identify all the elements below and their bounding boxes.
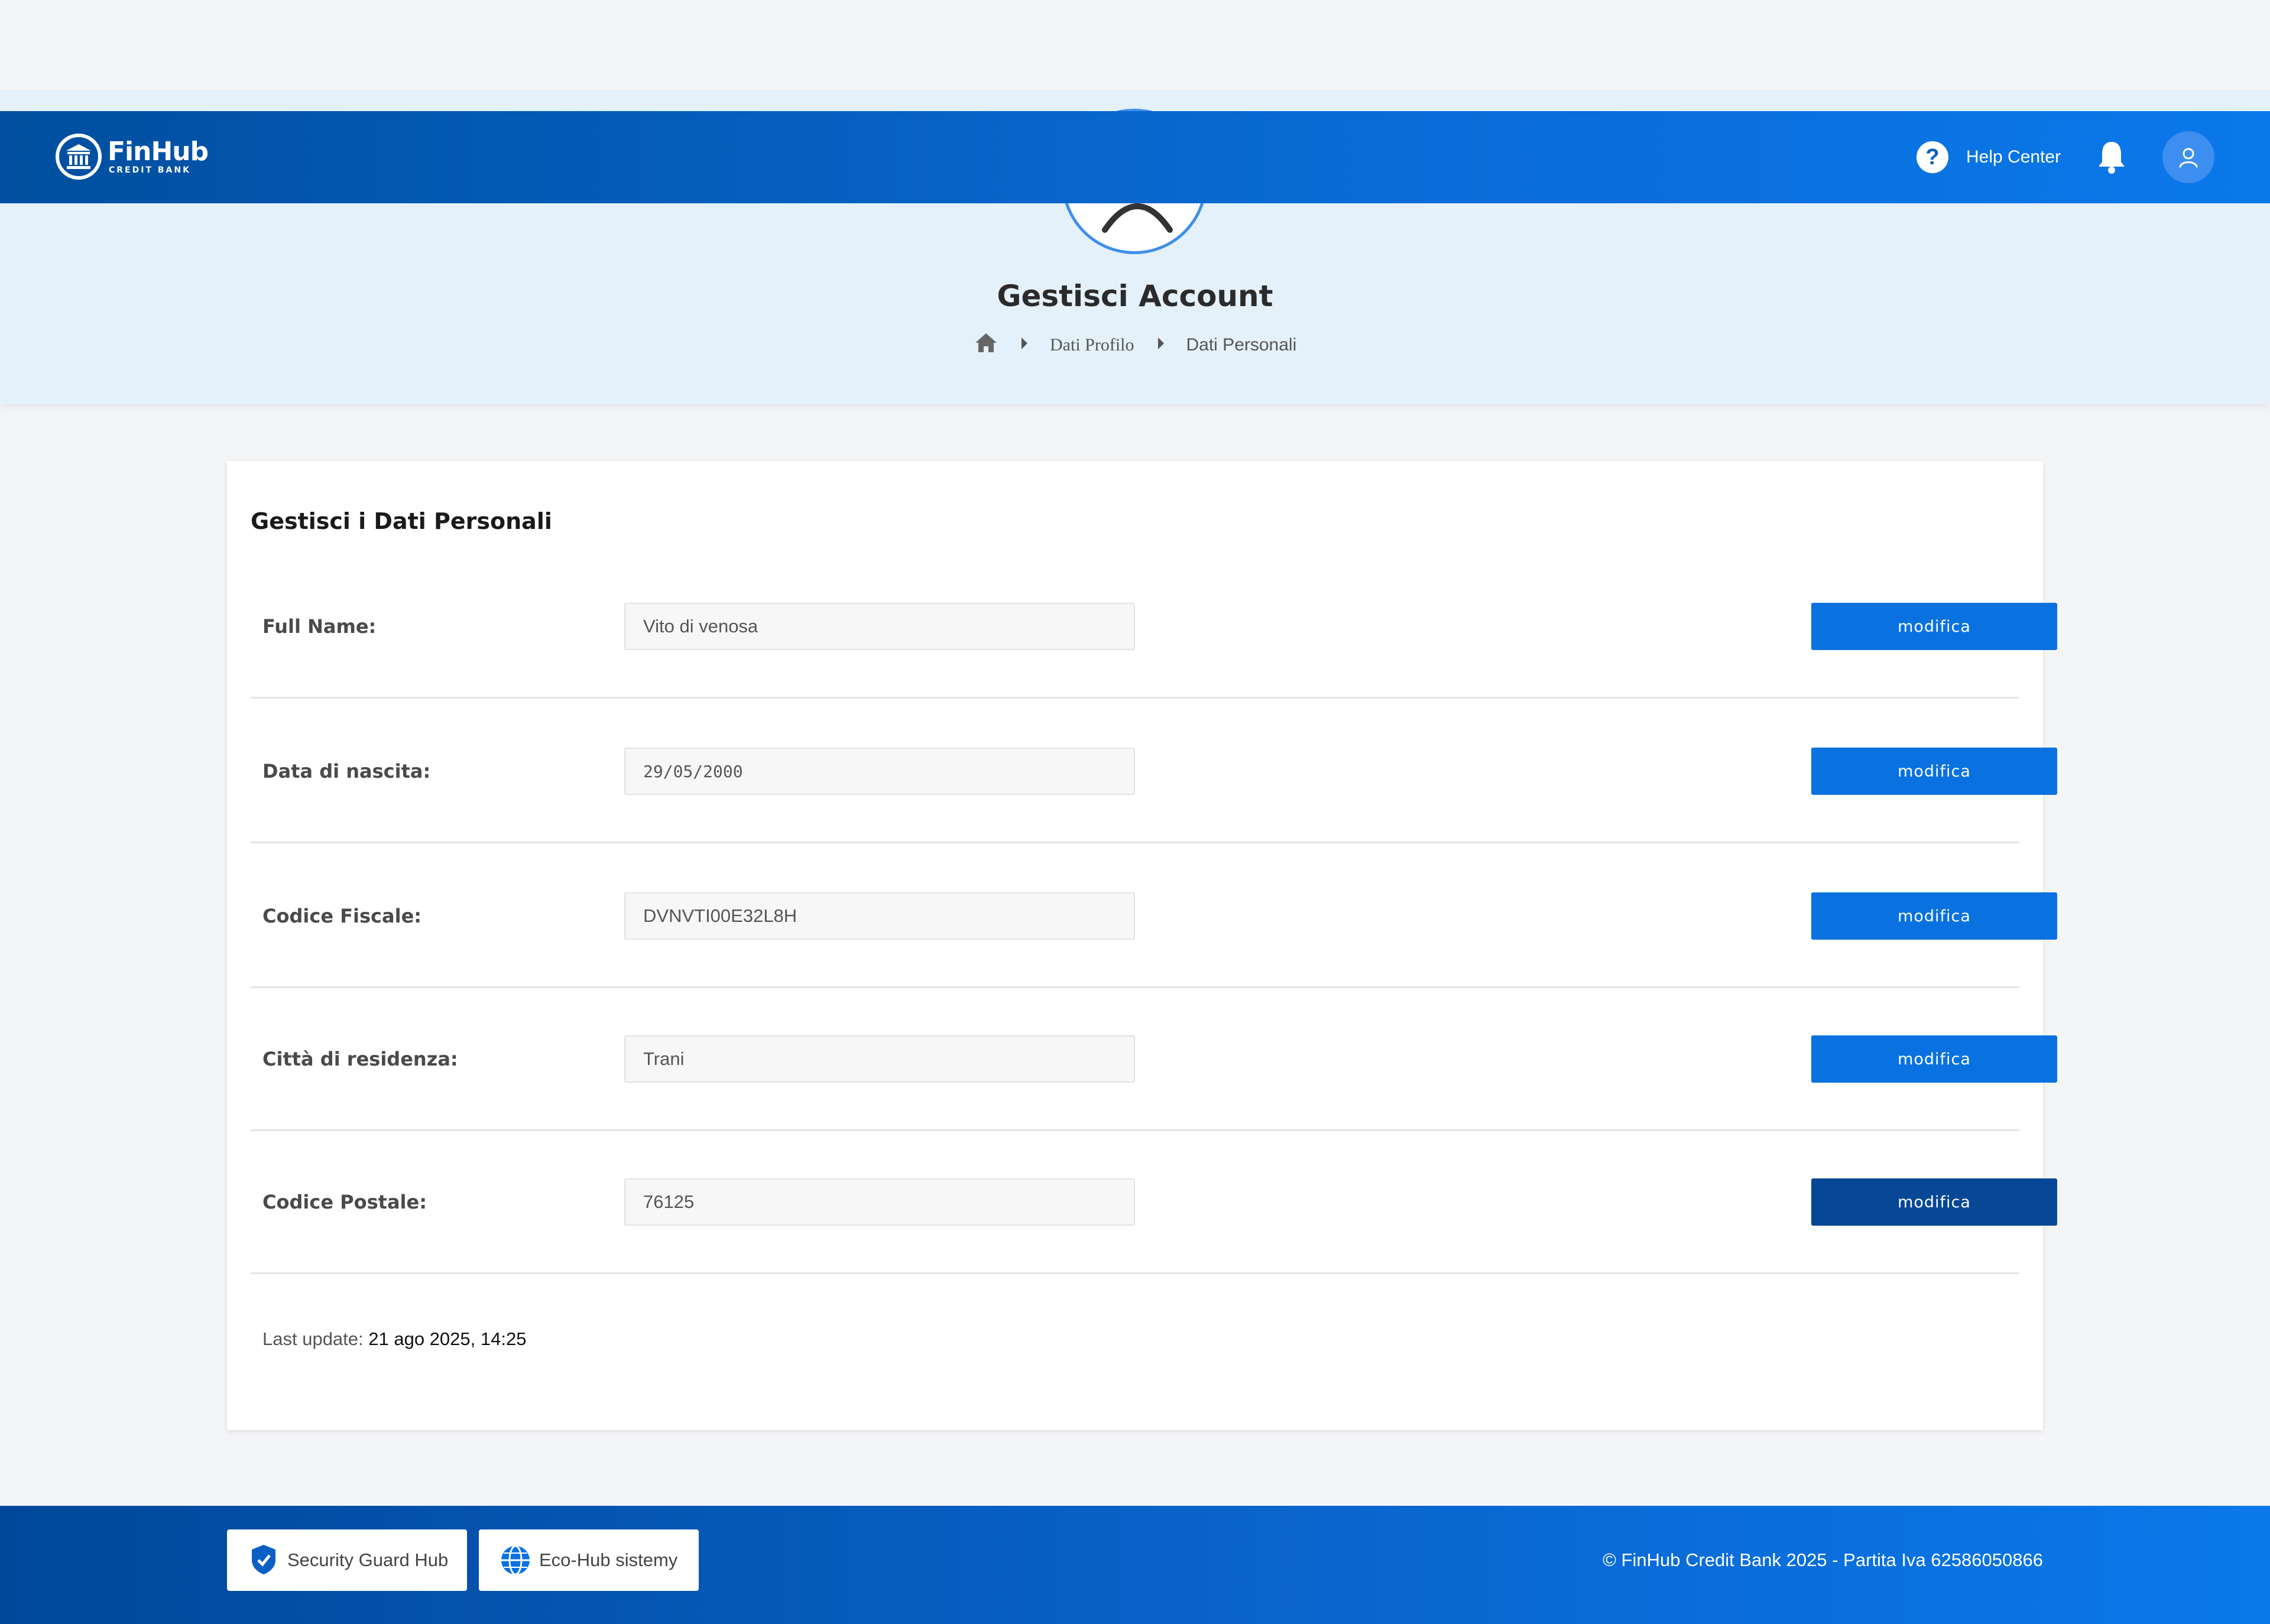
- logo-title: FinHub: [108, 137, 209, 167]
- help-center-label: Help Center: [1966, 147, 2061, 167]
- last-update-label: Last update:: [262, 1329, 364, 1349]
- edit-birth-date-button[interactable]: modifica: [1811, 748, 2057, 795]
- chevron-right-icon: [1157, 335, 1165, 355]
- edit-fiscal-code-button[interactable]: modifica: [1811, 892, 2057, 940]
- card-title: Gestisci i Dati Personali: [251, 508, 552, 534]
- chevron-right-icon: [1020, 335, 1029, 355]
- footer: Security Guard Hub Eco-Hub sistemy © Fin…: [0, 1506, 2270, 1624]
- city-label: Città di residenza:: [262, 1047, 458, 1070]
- eco-hub-label: Eco-Hub sistemy: [539, 1550, 678, 1570]
- user-icon: [2179, 148, 2198, 168]
- city-field[interactable]: Trani: [624, 1035, 1135, 1083]
- security-guard-hub-badge[interactable]: Security Guard Hub: [227, 1529, 467, 1591]
- hero-banner: Gestisci Account Dati Profilo Dati Perso…: [0, 109, 2270, 404]
- top-blank-area: [0, 0, 2270, 90]
- last-update-value: 21 ago 2025, 14:25: [368, 1329, 527, 1349]
- breadcrumb-item-dati-personali: Dati Personali: [1186, 335, 1297, 355]
- row-postal-code: Codice Postale: 76125 modifica: [251, 1131, 2057, 1274]
- birth-date-field[interactable]: 29/05/2000: [624, 748, 1135, 795]
- personal-data-card: Gestisci i Dati Personali Full Name: Vit…: [227, 461, 2057, 1430]
- full-name-label: Full Name:: [262, 615, 377, 638]
- row-city: Città di residenza: Trani modifica: [251, 988, 2057, 1131]
- fiscal-code-field[interactable]: DVNVTI00E32L8H: [624, 892, 1135, 940]
- security-guard-hub-label: Security Guard Hub: [287, 1550, 449, 1570]
- fiscal-code-label: Codice Fiscale:: [262, 904, 422, 927]
- eco-hub-badge[interactable]: Eco-Hub sistemy: [479, 1529, 699, 1591]
- shield-icon: [252, 1545, 275, 1574]
- copyright: © FinHub Credit Bank 2025 - Partita Iva …: [1603, 1550, 2043, 1570]
- page-title: Gestisci Account: [997, 279, 1273, 313]
- edit-postal-code-button[interactable]: modifica: [1811, 1178, 2057, 1226]
- full-name-field[interactable]: Vito di venosa: [624, 603, 1135, 650]
- hero-top-edge: [0, 90, 2270, 111]
- logo-subtitle: CREDIT BANK: [109, 165, 191, 175]
- globe-icon: [501, 1545, 530, 1576]
- last-update: Last update: 21 ago 2025, 14:25: [262, 1329, 526, 1350]
- edit-full-name-button[interactable]: modifica: [1811, 603, 2057, 650]
- top-navbar: FinHub CREDIT BANK ? Help Center: [0, 111, 2270, 203]
- help-icon: ?: [1916, 141, 1948, 173]
- row-full-name: Full Name: Vito di venosa modifica: [251, 556, 2057, 699]
- breadcrumb: Dati Profilo Dati Personali: [974, 332, 1296, 358]
- birth-date-label: Data di nascita:: [262, 759, 431, 782]
- row-birth-date: Data di nascita: 29/05/2000 modifica: [251, 700, 2057, 843]
- user-menu-button[interactable]: [2162, 131, 2214, 183]
- postal-code-label: Codice Postale:: [262, 1190, 427, 1213]
- row-fiscal-code: Codice Fiscale: DVNVTI00E32L8H modifica: [251, 845, 2057, 988]
- edit-city-button[interactable]: modifica: [1811, 1035, 2057, 1083]
- bank-icon: [56, 134, 102, 180]
- logo[interactable]: FinHub CREDIT BANK: [56, 130, 209, 183]
- breadcrumb-item-dati-profilo[interactable]: Dati Profilo: [1050, 335, 1134, 355]
- bell-icon[interactable]: [2096, 139, 2127, 178]
- home-icon[interactable]: [974, 332, 998, 358]
- postal-code-field[interactable]: 76125: [624, 1178, 1135, 1226]
- help-center-link[interactable]: ? Help Center: [1916, 141, 2061, 173]
